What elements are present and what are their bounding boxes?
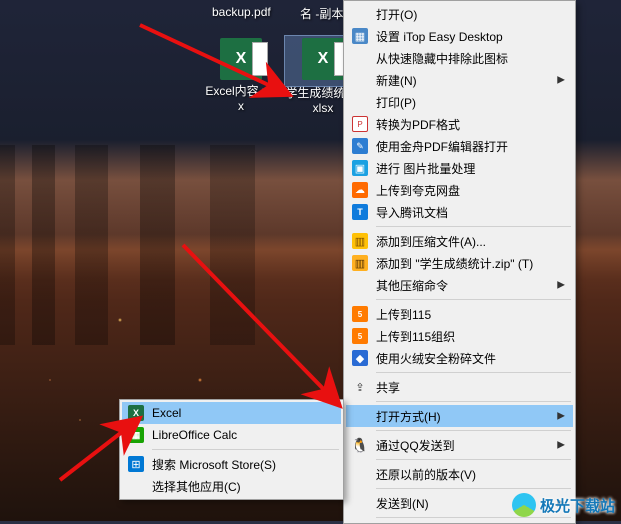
menu-item-label: 搜索 Microsoft Store(S) [152,456,276,473]
menu-item-label: LibreOffice Calc [152,428,237,442]
menu-item-label: 上传到115 [376,306,431,323]
watermark-logo-icon [512,493,536,517]
menu-separator [152,449,339,450]
menu-item-label: 添加到 "学生成绩统计.zip" (T) [376,255,533,272]
menu-item-new[interactable]: 新建(N) ▶ [346,69,573,91]
menu-item-label: 添加到压缩文件(A)... [376,233,486,250]
menu-separator [376,459,571,460]
menu-item-open[interactable]: 打开(O) [346,3,573,25]
menu-separator [376,488,571,489]
menu-separator [376,517,571,518]
menu-item-label: 发送到(N) [376,495,429,512]
menu-item-itop[interactable]: ▦ 设置 iTop Easy Desktop [346,25,573,47]
watermark-text: 极光下载站 [540,495,615,516]
menu-item-label: 通过QQ发送到 [376,437,455,454]
desktop-file-label: Excel内容.xlsx [203,84,279,114]
qq-icon: 🐧 [352,437,368,453]
menu-separator [376,299,571,300]
libreoffice-icon: ▦ [128,427,144,443]
menu-item-label: 共享 [376,379,400,396]
context-menu-open-with: X Excel ▦ LibreOffice Calc ⊞ 搜索 Microsoft S… [119,399,344,500]
excel-icon: X [128,405,144,421]
excel-file-icon: X [220,38,262,80]
submenu-item-choose-other[interactable]: 选择其他应用(C) [122,475,341,497]
desktop-file-label-2[interactable]: 名 -副本 [300,5,343,22]
menu-item-upload-115[interactable]: 5 上传到115 [346,303,573,325]
menu-item-pdf-editor[interactable]: ✎ 使用金舟PDF编辑器打开 [346,135,573,157]
menu-item-label: 打印(P) [376,94,416,111]
menu-item-huorong-shred[interactable]: ◆ 使用火绒安全粉碎文件 [346,347,573,369]
menu-item-other-archive[interactable]: 其他压缩命令 ▶ [346,274,573,296]
share-icon: ⇪ [352,379,368,395]
menu-item-exclude-hide[interactable]: 从快速隐藏中排除此图标 [346,47,573,69]
submenu-arrow-icon: ▶ [557,75,565,86]
ms-store-icon: ⊞ [128,456,144,472]
cloud-icon: ☁ [352,182,368,198]
submenu-item-excel[interactable]: X Excel [122,402,341,424]
menu-item-qq-send[interactable]: 🐧 通过QQ发送到 ▶ [346,434,573,456]
archive-icon: ▥ [352,255,368,271]
pdf-icon: P [352,116,368,132]
menu-item-label: 新建(N) [376,72,417,89]
submenu-arrow-icon: ▶ [557,280,565,291]
context-menu-main: 打开(O) ▦设置 iTop Easy Desktop 从快速隐藏中排除此图标 … [343,0,576,524]
menu-separator [376,430,571,431]
shield-icon: ◆ [352,350,368,366]
menu-item-label: 使用金舟PDF编辑器打开 [376,138,508,155]
submenu-item-search-store[interactable]: ⊞ 搜索 Microsoft Store(S) [122,453,341,475]
115-icon: 5 [352,306,368,322]
menu-item-label: 设置 iTop Easy Desktop [376,28,503,45]
app-icon: ▦ [352,28,368,44]
submenu-arrow-icon: ▶ [557,411,565,422]
pdf-editor-icon: ✎ [352,138,368,154]
menu-item-to-pdf[interactable]: P 转换为PDF格式 [346,113,573,135]
menu-item-restore-version[interactable]: 还原以前的版本(V) [346,463,573,485]
menu-item-label: 从快速隐藏中排除此图标 [376,50,508,67]
image-icon: ▣ [352,160,368,176]
menu-item-label: 导入腾讯文档 [376,204,448,221]
menu-item-label: 打开(O) [376,6,417,23]
tencent-icon: T [352,204,368,220]
submenu-item-libreoffice[interactable]: ▦ LibreOffice Calc [122,424,341,446]
menu-separator [376,226,571,227]
menu-item-label: 进行 图片批量处理 [376,160,475,177]
desktop-file-excel-1[interactable]: X Excel内容.xlsx [203,38,279,114]
desktop-file-label[interactable]: backup.pdf [212,5,271,19]
menu-item-label: 转换为PDF格式 [376,116,460,133]
menu-item-label: 打开方式(H) [376,408,441,425]
menu-separator [376,401,571,402]
menu-item-tencent-docs[interactable]: T 导入腾讯文档 [346,201,573,223]
115-icon: 5 [352,328,368,344]
menu-item-open-with[interactable]: 打开方式(H) ▶ [346,405,573,427]
menu-separator [376,372,571,373]
menu-item-image-batch[interactable]: ▣ 进行 图片批量处理 [346,157,573,179]
menu-item-upload-quark[interactable]: ☁ 上传到夸克网盘 [346,179,573,201]
menu-item-add-archive[interactable]: ▥ 添加到压缩文件(A)... [346,230,573,252]
menu-item-label: Excel [152,406,181,420]
menu-item-upload-115-org[interactable]: 5 上传到115组织 [346,325,573,347]
menu-item-share[interactable]: ⇪ 共享 [346,376,573,398]
menu-item-add-zip[interactable]: ▥ 添加到 "学生成绩统计.zip" (T) [346,252,573,274]
watermark: 极光下载站 [512,493,615,517]
menu-item-label: 其他压缩命令 [376,277,448,294]
menu-item-print[interactable]: 打印(P) [346,91,573,113]
excel-file-icon: X [302,38,344,80]
menu-item-label: 选择其他应用(C) [152,478,241,495]
menu-item-label: 上传到夸克网盘 [376,182,460,199]
menu-item-label: 上传到115组织 [376,328,455,345]
archive-icon: ▥ [352,233,368,249]
submenu-arrow-icon: ▶ [557,440,565,451]
menu-item-label: 还原以前的版本(V) [376,466,476,483]
menu-item-label: 使用火绒安全粉碎文件 [376,350,496,367]
